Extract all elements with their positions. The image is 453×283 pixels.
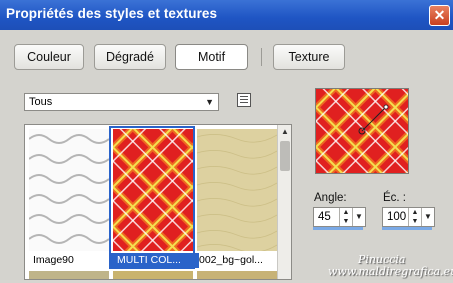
pattern-thumb-multi-col[interactable] xyxy=(113,129,193,251)
window-title: Propriétés des styles et textures xyxy=(6,6,218,21)
tab-couleur[interactable]: Couleur xyxy=(14,44,84,70)
scale-field[interactable]: 100 ▲ ▼ ▼ xyxy=(382,207,435,227)
tab-motif[interactable]: Motif xyxy=(175,44,248,70)
list-view-icon[interactable] xyxy=(237,93,251,107)
tab-texture[interactable]: Texture xyxy=(273,44,345,70)
style-tabs: Couleur Dégradé Motif Texture xyxy=(0,30,453,80)
chevron-down-icon: ▼ xyxy=(205,97,214,107)
scroll-up-icon[interactable]: ▲ xyxy=(278,125,291,139)
title-bar: Propriétés des styles et textures ✕ xyxy=(0,0,453,30)
pattern-thumb-gold[interactable] xyxy=(197,129,277,251)
pattern-thumb-image90[interactable] xyxy=(29,129,109,251)
spin-updown-icon[interactable]: ▲ ▼ xyxy=(408,208,421,226)
chevron-down-icon[interactable]: ▼ xyxy=(352,208,365,226)
angle-slider[interactable] xyxy=(313,227,363,230)
chevron-down-icon[interactable]: ▼ xyxy=(421,208,434,226)
pattern-caption: 002_bg~gol... xyxy=(199,254,263,266)
pattern-thumb-partial[interactable] xyxy=(29,271,109,279)
category-selected-value: Tous xyxy=(29,96,53,108)
scroll-thumb[interactable] xyxy=(280,141,290,171)
tab-degrade[interactable]: Dégradé xyxy=(94,44,166,70)
scale-label: Éc. : xyxy=(383,192,407,204)
angle-label: Angle: xyxy=(314,192,347,204)
pattern-caption-selected: MULTI COL... xyxy=(111,253,199,268)
scale-slider[interactable] xyxy=(382,227,432,230)
pattern-preview[interactable] xyxy=(315,88,409,174)
pattern-thumb-partial[interactable] xyxy=(113,271,193,279)
angle-value: 45 xyxy=(318,211,331,223)
spin-updown-icon[interactable]: ▲ ▼ xyxy=(339,208,352,226)
close-icon[interactable]: ✕ xyxy=(429,5,450,26)
watermark: Pinuccia www.maldiregrafica.eu xyxy=(328,253,453,283)
pattern-gallery: Image90 MULTI COL... 002_bg~gol... ▲ xyxy=(24,124,292,280)
pattern-caption: Image90 xyxy=(33,254,74,266)
category-select[interactable]: Tous ▼ xyxy=(24,93,219,111)
gallery-scrollbar[interactable]: ▲ xyxy=(277,125,291,279)
watermark-url: www.maldiregrafica.eu xyxy=(328,265,453,278)
scale-value: 100 xyxy=(387,211,407,223)
tab-separator xyxy=(261,48,262,66)
angle-field[interactable]: 45 ▲ ▼ ▼ xyxy=(313,207,366,227)
pattern-thumb-partial[interactable] xyxy=(197,271,277,279)
